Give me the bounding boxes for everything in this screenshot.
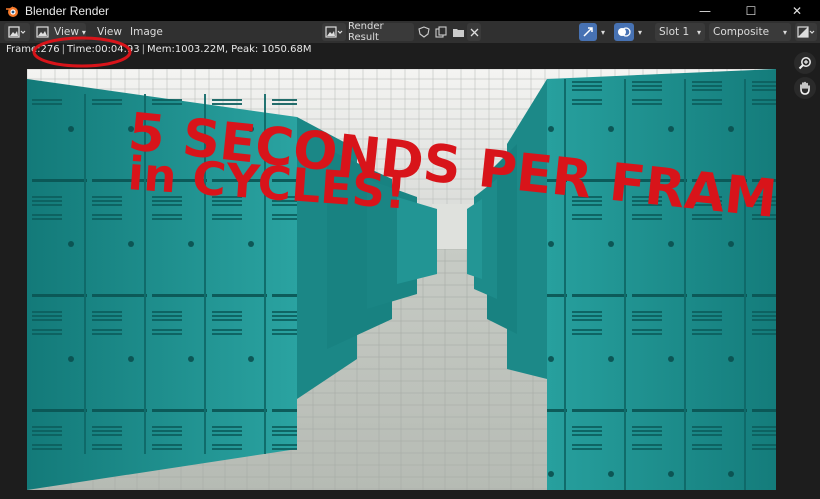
title-bar: Blender Render — ☐ ✕ xyxy=(0,0,820,21)
render-preview-image xyxy=(27,69,776,490)
zoom-icon xyxy=(798,57,811,70)
maximize-button[interactable]: ☐ xyxy=(728,0,774,21)
editor-type-icon xyxy=(8,26,26,38)
render-stats: Frame:276 | Time:00:04.93 | Mem:1003.22M, Pe… xyxy=(6,44,312,55)
slot-dropdown[interactable]: Slot 1 ▾ xyxy=(655,23,705,41)
copy-icon[interactable] xyxy=(433,23,449,41)
gizmo-icon xyxy=(583,27,593,37)
display-channels-icon xyxy=(797,26,815,38)
folder-icon[interactable] xyxy=(450,23,466,41)
overlay-toggle-button[interactable] xyxy=(614,23,634,41)
frame-stat: Frame:276 xyxy=(6,44,60,55)
overlay-icon xyxy=(618,27,631,37)
display-channels-button[interactable] xyxy=(795,23,817,41)
close-icon[interactable] xyxy=(467,23,481,41)
menu-image[interactable]: Image xyxy=(130,23,163,41)
view-mode-dropdown[interactable]: View ▾ xyxy=(34,23,86,41)
time-stat: Time:00:04.93 xyxy=(67,44,140,55)
image-icon xyxy=(325,26,343,38)
close-window-button[interactable]: ✕ xyxy=(774,0,820,21)
hand-icon xyxy=(800,81,810,95)
render-image-viewport[interactable]: 5 SECONDS PER FRAME in CYCLES! xyxy=(27,69,776,490)
view-mode-label: View xyxy=(54,26,79,38)
image-icon xyxy=(36,26,49,38)
window-title: Blender Render xyxy=(25,3,110,18)
menu-view[interactable]: View xyxy=(97,23,122,41)
blender-logo-icon xyxy=(6,5,18,17)
minimize-button[interactable]: — xyxy=(682,0,728,21)
gizmo-toggle-button[interactable] xyxy=(579,23,597,41)
image-name-field[interactable]: Render Result xyxy=(348,21,414,43)
zoom-button[interactable] xyxy=(794,52,816,74)
chevron-down-icon: ▾ xyxy=(782,27,787,37)
pass-dropdown[interactable]: Composite ▾ xyxy=(709,23,791,41)
shield-icon[interactable] xyxy=(416,23,432,41)
chevron-down-icon: ▾ xyxy=(696,27,701,37)
pass-label: Composite xyxy=(713,26,770,38)
memory-stat: Mem:1003.22M, Peak: 1050.68M xyxy=(146,44,312,55)
chevron-down-icon[interactable]: ▾ xyxy=(635,23,645,41)
image-editor-header: View ▾ View Image Render Result ▾ ▾ Slot… xyxy=(0,21,820,43)
slot-label: Slot 1 xyxy=(659,26,690,38)
chevron-down-icon[interactable]: ▾ xyxy=(598,23,608,41)
pan-button[interactable] xyxy=(794,77,816,99)
image-browse-button[interactable] xyxy=(322,23,346,41)
chevron-down-icon: ▾ xyxy=(81,27,86,37)
editor-type-button[interactable] xyxy=(4,23,30,41)
